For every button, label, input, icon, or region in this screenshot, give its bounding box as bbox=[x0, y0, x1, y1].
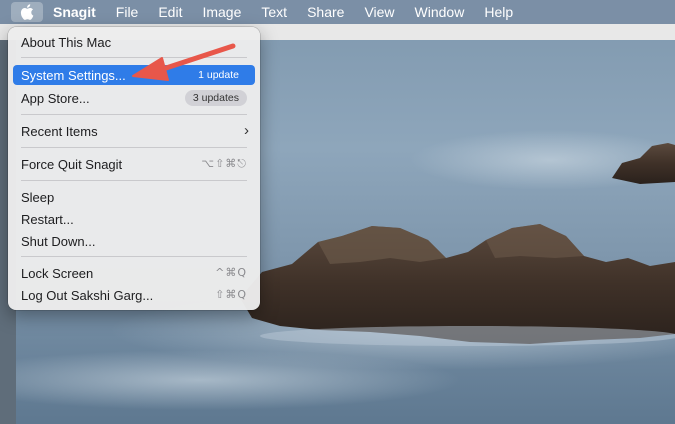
menu-item-force-quit[interactable]: Force Quit Snagit ⌥⇧⌘⎋ bbox=[13, 154, 255, 174]
menu-item-label: About This Mac bbox=[21, 34, 112, 50]
menu-item-lock-screen[interactable]: Lock Screen ^⌘Q bbox=[13, 263, 255, 283]
menu-separator bbox=[21, 114, 247, 115]
menubar-image[interactable]: Image bbox=[192, 0, 251, 24]
menu-separator bbox=[21, 147, 247, 148]
menubar-share[interactable]: Share bbox=[297, 0, 354, 24]
menubar-app-name[interactable]: Snagit bbox=[43, 0, 106, 24]
apple-logo-icon bbox=[20, 4, 34, 20]
menu-item-label: Force Quit Snagit bbox=[21, 156, 123, 172]
menubar-file[interactable]: File bbox=[106, 0, 149, 24]
menu-item-log-out[interactable]: Log Out Sakshi Garg... ⇧⌘Q bbox=[13, 285, 255, 305]
menu-separator bbox=[21, 180, 247, 181]
update-badge: 3 updates bbox=[184, 90, 247, 106]
chevron-right-icon: › bbox=[244, 122, 249, 139]
menu-separator bbox=[21, 256, 247, 257]
menu-item-about-this-mac[interactable]: About This Mac bbox=[13, 32, 255, 52]
menu-item-recent-items[interactable]: Recent Items › bbox=[13, 121, 255, 141]
menu-item-shut-down[interactable]: Shut Down... bbox=[13, 231, 255, 251]
menubar-window[interactable]: Window bbox=[405, 0, 475, 24]
menu-item-label: App Store... bbox=[21, 90, 90, 106]
menu-item-label: Shut Down... bbox=[21, 233, 96, 249]
menu-item-label: System Settings... bbox=[21, 67, 126, 83]
menubar-edit[interactable]: Edit bbox=[148, 0, 192, 24]
menu-item-sleep[interactable]: Sleep bbox=[13, 187, 255, 207]
desktop-screen: Snagit File Edit Image Text Share View W… bbox=[0, 0, 675, 424]
menu-separator bbox=[21, 57, 247, 58]
menu-item-label: Restart... bbox=[21, 211, 74, 227]
menu-item-app-store[interactable]: App Store... 3 updates bbox=[13, 88, 255, 108]
menu-item-label: Recent Items bbox=[21, 123, 98, 139]
menu-bar: Snagit File Edit Image Text Share View W… bbox=[0, 0, 675, 24]
menu-item-label: Lock Screen bbox=[21, 265, 94, 281]
keyboard-shortcut: ^⌘Q bbox=[215, 266, 247, 279]
menubar-help[interactable]: Help bbox=[474, 0, 523, 24]
menu-item-label: Log Out Sakshi Garg... bbox=[21, 287, 154, 303]
apple-dropdown-menu: About This Mac System Settings... 1 upda… bbox=[8, 27, 260, 310]
update-badge: 1 update bbox=[198, 69, 239, 81]
menu-item-restart[interactable]: Restart... bbox=[13, 209, 255, 229]
apple-menu-button[interactable] bbox=[11, 2, 43, 22]
keyboard-shortcut: ⌥⇧⌘⎋ bbox=[201, 157, 247, 170]
menubar-text[interactable]: Text bbox=[251, 0, 297, 24]
menubar-view[interactable]: View bbox=[354, 0, 404, 24]
menu-item-system-settings[interactable]: System Settings... 1 update bbox=[13, 65, 255, 85]
keyboard-shortcut: ⇧⌘Q bbox=[215, 288, 247, 301]
menu-item-label: Sleep bbox=[21, 189, 55, 205]
